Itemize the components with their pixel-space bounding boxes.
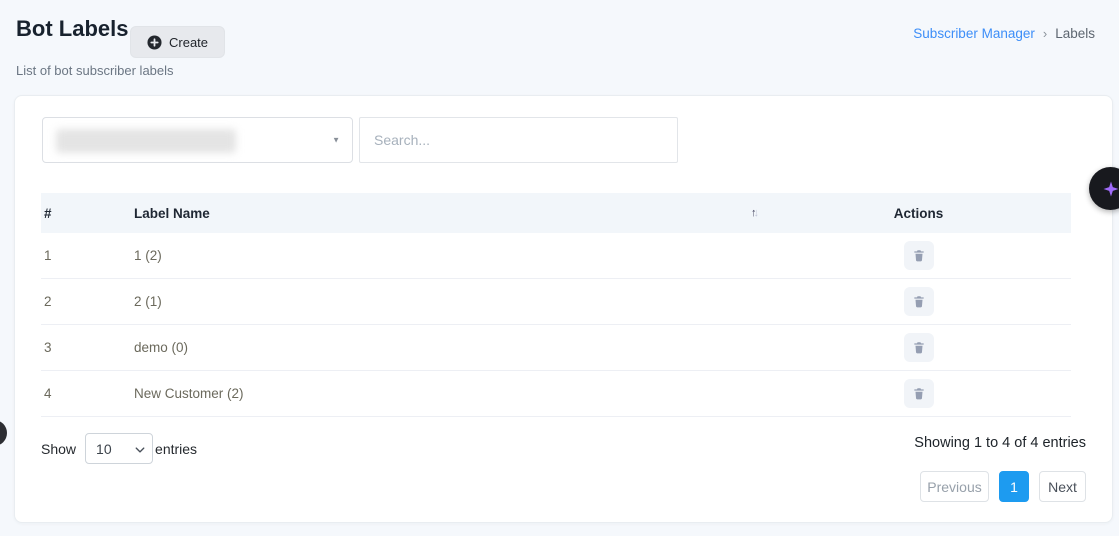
page-size-control: Show 10 entries [41, 433, 197, 464]
next-page-button[interactable]: Next [1039, 471, 1086, 502]
create-button[interactable]: Create [130, 26, 225, 58]
breadcrumb-separator-icon: › [1043, 26, 1047, 41]
dropdown-arrow-icon: ▼ [332, 136, 340, 145]
trash-icon [912, 340, 926, 355]
row-index: 1 [41, 248, 134, 263]
sort-icon[interactable]: ↑↓ [751, 207, 756, 219]
delete-button[interactable] [904, 241, 934, 270]
create-button-label: Create [169, 35, 208, 50]
pagination: Previous 1 Next [920, 471, 1086, 502]
delete-button[interactable] [904, 333, 934, 362]
plus-circle-icon [147, 35, 162, 50]
page-size-select[interactable]: 10 [85, 433, 153, 464]
bot-labels-page: Bot Labels Create List of bot subscriber… [0, 0, 1119, 536]
row-label: demo (0) [134, 340, 766, 355]
show-label: Show [41, 441, 76, 457]
row-index: 4 [41, 386, 134, 401]
table-header-row: # Label Name ↑↓ Actions [41, 193, 1071, 233]
table-row: 1 1 (2) [41, 233, 1071, 279]
bot-selector-redacted-value [56, 129, 236, 153]
table-row: 3 demo (0) [41, 325, 1071, 371]
column-header-label[interactable]: Label Name ↑↓ [134, 206, 766, 221]
delete-button[interactable] [904, 287, 934, 316]
row-label: New Customer (2) [134, 386, 766, 401]
entries-summary: Showing 1 to 4 of 4 entries [914, 435, 1086, 451]
row-label: 1 (2) [134, 248, 766, 263]
breadcrumb-link-subscriber-manager[interactable]: Subscriber Manager [913, 26, 1035, 41]
search-input[interactable] [359, 117, 678, 163]
table-row: 2 2 (1) [41, 279, 1071, 325]
labels-table: # Label Name ↑↓ Actions 1 1 (2) 2 2 (1) … [41, 193, 1071, 417]
trash-icon [912, 294, 926, 309]
delete-button[interactable] [904, 379, 934, 408]
column-header-index: # [41, 206, 134, 221]
breadcrumb-current: Labels [1055, 26, 1095, 41]
row-index: 2 [41, 294, 134, 309]
previous-page-button[interactable]: Previous [920, 471, 989, 502]
row-label: 2 (1) [134, 294, 766, 309]
row-index: 3 [41, 340, 134, 355]
current-page-button[interactable]: 1 [999, 471, 1029, 502]
page-subtitle: List of bot subscriber labels [16, 63, 174, 78]
left-edge-fab[interactable] [0, 420, 7, 446]
trash-icon [912, 386, 926, 401]
sort-desc-icon: ↓ [754, 207, 757, 219]
entries-label: entries [155, 441, 197, 457]
labels-card: ▼ # Label Name ↑↓ Actions 1 1 (2) 2 2 (1… [14, 95, 1113, 523]
sparkle-icon [1101, 179, 1119, 199]
table-row: 4 New Customer (2) [41, 371, 1071, 417]
bot-selector-dropdown[interactable]: ▼ [42, 117, 353, 163]
breadcrumb: Subscriber Manager › Labels [913, 26, 1095, 41]
page-title: Bot Labels [16, 16, 128, 42]
trash-icon [912, 248, 926, 263]
column-header-actions: Actions [766, 206, 1071, 221]
